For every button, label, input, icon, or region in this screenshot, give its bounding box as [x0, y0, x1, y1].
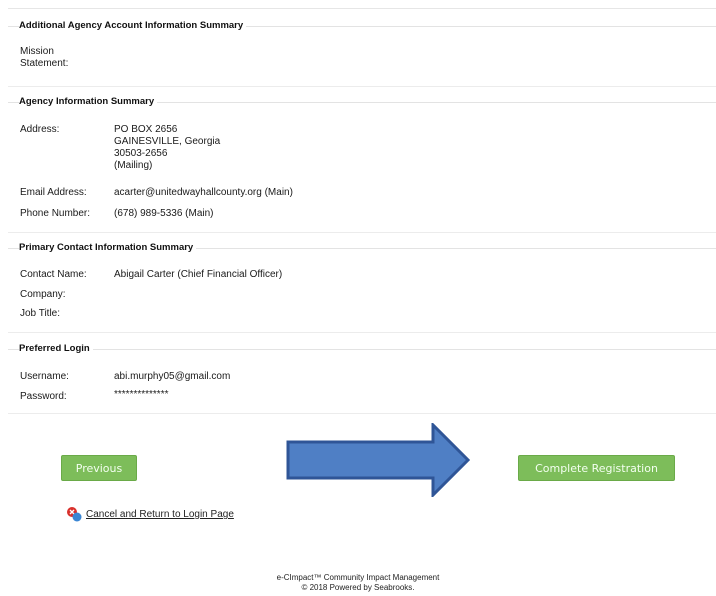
complete-registration-button[interactable]: Complete Registration [518, 455, 675, 481]
cancel-return-login-link[interactable]: Cancel and Return to Login Page [86, 509, 234, 520]
preferred-login-section: Preferred Login Username: abi.murphy05@g… [8, 343, 716, 414]
company-label: Company: [20, 289, 66, 300]
address-value: PO BOX 2656 GAINESVILLE, Georgia 30503-2… [114, 124, 221, 171]
top-divider [8, 8, 716, 9]
phone-value: (678) 989-5336 (Main) [114, 208, 214, 219]
primary-contact-section: Primary Contact Information Summary Cont… [8, 242, 716, 333]
footer-copyright: © 2018 Powered by Seabrooks. [301, 583, 415, 592]
section-title: Preferred Login [19, 343, 93, 354]
previous-button[interactable]: Previous [61, 455, 137, 481]
section-title: Primary Contact Information Summary [19, 242, 197, 253]
password-value: ************** [114, 389, 169, 400]
section-title: Agency Information Summary [19, 96, 158, 107]
agency-info-section: Agency Information Summary Address: PO B… [8, 96, 716, 233]
email-label: Email Address: [20, 187, 87, 198]
username-value: abi.murphy05@gmail.com [114, 371, 231, 382]
email-value: acarter@unitedwayhallcounty.org (Main) [114, 187, 293, 198]
mission-statement-label: Mission Statement: [20, 46, 69, 69]
additional-info-section: Additional Agency Account Information Su… [8, 20, 716, 87]
cancel-icon[interactable] [66, 506, 82, 522]
right-arrow-icon [286, 423, 470, 497]
username-label: Username: [20, 371, 69, 382]
contact-name-value: Abigail Carter (Chief Financial Officer) [114, 269, 283, 280]
footer: e-CImpact™ Community Impact Management ©… [0, 573, 716, 593]
footer-product: e-CImpact™ Community Impact Management [276, 573, 440, 582]
password-label: Password: [20, 391, 67, 402]
section-title: Additional Agency Account Information Su… [19, 20, 247, 31]
job-title-label: Job Title: [20, 308, 61, 319]
phone-label: Phone Number: [20, 208, 91, 219]
contact-name-label: Contact Name: [20, 269, 87, 280]
address-label: Address: [20, 124, 60, 135]
